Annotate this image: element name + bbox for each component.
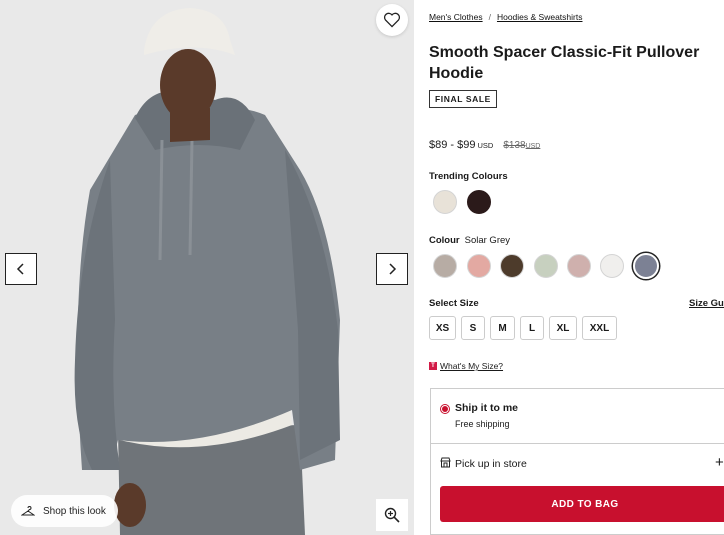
dusty-rose-swatch[interactable] (567, 254, 591, 278)
shop-this-look-label: Shop this look (43, 505, 106, 517)
delivery-options: Ship it to me Free shipping Pick up in s… (430, 388, 724, 535)
breadcrumb-hoodies[interactable]: Hoodies & Sweatshirts (497, 12, 583, 22)
solar-grey-swatch[interactable] (633, 253, 659, 279)
size-s-button[interactable]: S (461, 316, 485, 340)
store-icon (440, 457, 451, 468)
product-title: Smooth Spacer Classic-Fit Pullover Hoodi… (429, 44, 700, 82)
chevron-left-icon (16, 263, 24, 275)
size-l-button[interactable]: L (520, 316, 544, 340)
free-shipping-label: Free shipping (455, 419, 510, 429)
original-price-currency: USD (525, 143, 541, 150)
price: $89 - $99 USD $138USD (429, 139, 540, 151)
final-sale-badge: FINAL SALE (429, 90, 497, 108)
size-guide-link[interactable]: Size Guide (689, 298, 724, 309)
sage-swatch[interactable] (534, 254, 558, 278)
breadcrumb-separator: / (488, 12, 491, 22)
size-m-button[interactable]: M (490, 316, 515, 340)
trending-colours-label: Trending Colours (429, 171, 508, 182)
taupe-heather-swatch[interactable] (433, 254, 457, 278)
whats-my-size-label: What's My Size? (440, 361, 504, 371)
selected-colour-name: Solar Grey (464, 235, 511, 246)
chevron-right-icon (389, 263, 397, 275)
colour-label-text: Colour (429, 235, 460, 246)
zoom-in-icon (384, 507, 400, 523)
fit-tool-icon: T (429, 362, 437, 370)
espresso-swatch[interactable] (500, 254, 524, 278)
original-price-value: $138 (503, 140, 526, 151)
original-price: $138USD (503, 140, 540, 151)
expand-plus-icon[interactable]: + (715, 454, 724, 471)
ship-to-me-label: Ship it to me (455, 402, 518, 414)
colour-label: Colour Solar Grey (429, 235, 510, 246)
add-to-bag-button[interactable]: ADD TO BAG (440, 486, 724, 522)
whats-my-size-link[interactable]: T What's My Size? (429, 361, 503, 371)
ship-radio-selected[interactable] (440, 404, 450, 414)
breadcrumb: Men's Clothes / Hoodies & Sweatshirts (429, 12, 582, 22)
price-range: $89 - $99 (429, 139, 476, 151)
price-currency: USD (477, 141, 494, 150)
size-xl-button[interactable]: XL (549, 316, 577, 340)
cream-swatch[interactable] (433, 190, 457, 214)
size-xxl-button[interactable]: XXL (582, 316, 617, 340)
pick-up-in-store-label: Pick up in store (455, 458, 527, 470)
previous-image-button[interactable] (5, 253, 37, 285)
next-image-button[interactable] (376, 253, 408, 285)
white-swatch[interactable] (600, 254, 624, 278)
hanger-icon (21, 506, 35, 516)
breadcrumb-mens-clothes[interactable]: Men's Clothes (429, 12, 483, 22)
product-info-panel: Men's Clothes / Hoodies & Sweatshirts Sm… (429, 0, 724, 535)
dark-brown-swatch[interactable] (467, 190, 491, 214)
ship-to-me-option[interactable]: Ship it to me Free shipping (431, 389, 724, 444)
size-xs-button[interactable]: XS (429, 316, 456, 340)
select-size-label: Select Size (429, 298, 479, 309)
wishlist-button[interactable] (376, 4, 408, 36)
product-photo (0, 0, 414, 535)
product-image-gallery[interactable]: Shop this look (0, 0, 414, 535)
pick-up-in-store-option[interactable]: Pick up in store + (431, 445, 724, 481)
pink-swatch[interactable] (467, 254, 491, 278)
heart-icon (383, 12, 401, 28)
shop-this-look-button[interactable]: Shop this look (11, 495, 118, 527)
zoom-button[interactable] (376, 499, 408, 531)
